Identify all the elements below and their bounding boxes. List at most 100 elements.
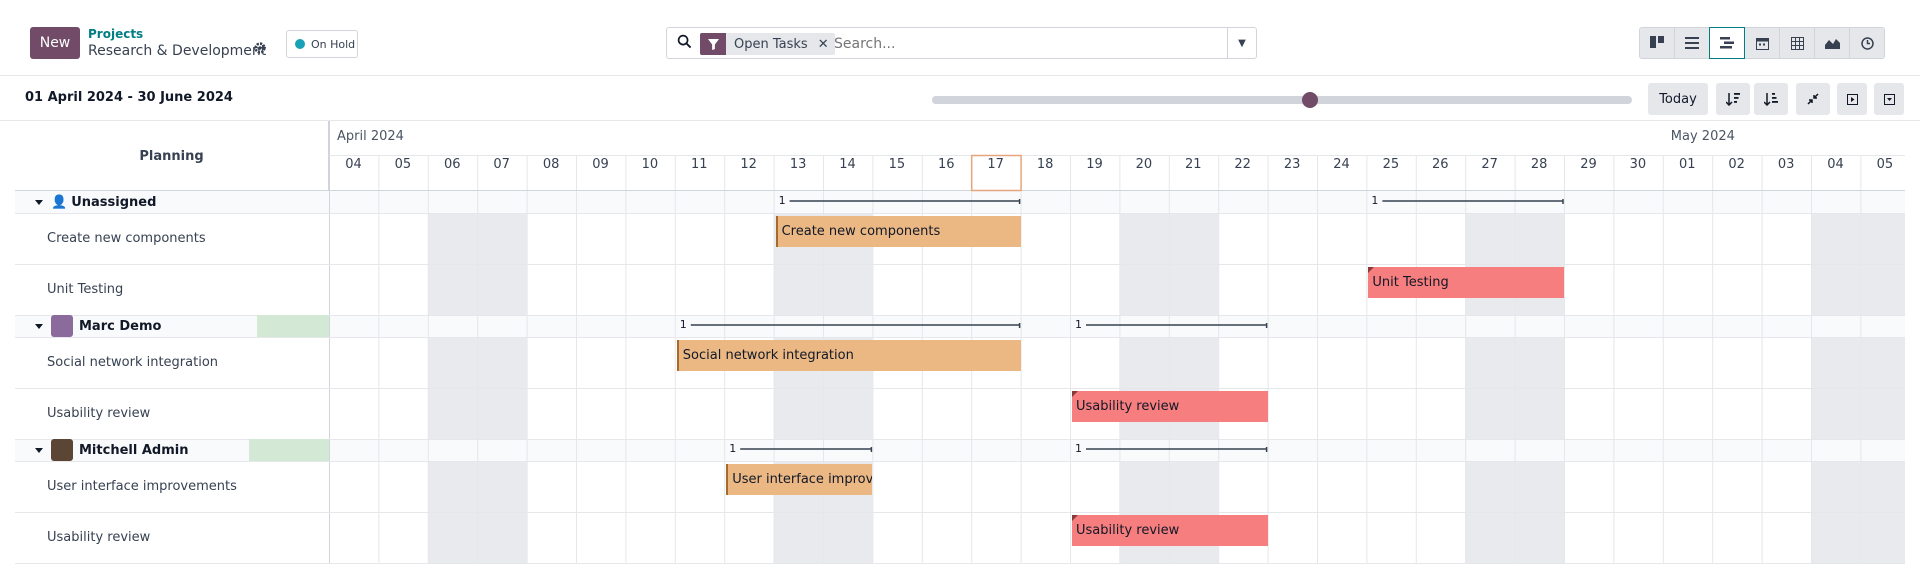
day-header: 06 bbox=[444, 157, 461, 172]
weekend-cell bbox=[427, 461, 478, 512]
day-header: 08 bbox=[542, 157, 560, 172]
weekend-cell bbox=[1465, 461, 1515, 512]
weekend-cell bbox=[427, 388, 478, 439]
activity-icon[interactable] bbox=[1849, 27, 1885, 59]
task-name: Social network integration bbox=[47, 355, 219, 370]
gantt-toolbar: 01 April 2024 - 30 June 2024 Today bbox=[0, 77, 1920, 121]
weekend-cell bbox=[1860, 213, 1905, 264]
avatar-marc bbox=[51, 315, 73, 337]
facet-value: Open Tasks ✕ bbox=[726, 33, 835, 55]
weekend-cell bbox=[1514, 337, 1564, 388]
weekend-cell bbox=[1465, 388, 1515, 439]
person-icon: 👤 bbox=[51, 194, 68, 210]
task-pill[interactable]: Usability review bbox=[1072, 515, 1268, 546]
group-row-header[interactable]: Marc Demo bbox=[15, 315, 329, 337]
project-status-button[interactable]: On Hold bbox=[286, 30, 358, 58]
weekend-cell bbox=[427, 213, 478, 264]
slider-fill bbox=[932, 96, 1310, 104]
list-icon[interactable] bbox=[1674, 27, 1710, 59]
day-header: 09 bbox=[592, 157, 609, 172]
weekend-cell bbox=[427, 337, 478, 388]
weekend-cell bbox=[1119, 213, 1169, 264]
scale-slider[interactable] bbox=[932, 92, 1632, 108]
task-row-label: User interface improvements bbox=[15, 461, 329, 512]
facet-label: Open Tasks bbox=[734, 36, 808, 52]
calendar-icon[interactable] bbox=[1744, 27, 1780, 59]
day-header: 10 bbox=[641, 157, 659, 172]
today-button[interactable]: Today bbox=[1648, 83, 1708, 115]
pivot-icon[interactable] bbox=[1779, 27, 1815, 59]
caret-down-icon[interactable] bbox=[35, 323, 43, 329]
caret-down-icon[interactable] bbox=[35, 447, 43, 453]
status-label: On Hold bbox=[311, 37, 356, 51]
search-input[interactable] bbox=[834, 33, 1184, 55]
task-name: Usability review bbox=[47, 406, 151, 421]
task-row-label: Usability review bbox=[15, 388, 329, 439]
task-pill[interactable]: Usability review bbox=[1072, 391, 1268, 422]
weekend-cell bbox=[477, 264, 527, 315]
day-header: 15 bbox=[888, 157, 906, 172]
dropdown-icon[interactable] bbox=[1874, 83, 1904, 115]
day-header: 14 bbox=[839, 157, 856, 172]
weekend-cell bbox=[1514, 512, 1564, 563]
new-button[interactable]: New bbox=[30, 27, 80, 59]
play-icon[interactable] bbox=[1837, 83, 1867, 115]
day-header: 04 bbox=[345, 157, 362, 172]
weekend-cell bbox=[1860, 512, 1905, 563]
day-header: 18 bbox=[1036, 157, 1054, 172]
filter-icon bbox=[700, 33, 726, 55]
day-header: 07 bbox=[493, 157, 510, 172]
sort-ascending-icon[interactable] bbox=[1754, 83, 1788, 115]
task-name: Create new components bbox=[47, 231, 206, 246]
weekend-cell bbox=[1514, 461, 1564, 512]
weekend-cell bbox=[1119, 264, 1169, 315]
day-header: 24 bbox=[1333, 157, 1350, 172]
weekend-cell bbox=[1860, 337, 1905, 388]
day-header: 12 bbox=[740, 157, 757, 172]
day-header: 13 bbox=[789, 157, 807, 172]
sort-descending-icon[interactable] bbox=[1716, 83, 1750, 115]
task-row-label: Usability review bbox=[15, 512, 329, 563]
task-count-label: 1 bbox=[679, 318, 687, 331]
task-name: Usability review bbox=[47, 530, 151, 545]
chevron-down-icon[interactable]: ▼ bbox=[1227, 28, 1256, 58]
group-row-header[interactable]: 👤 Unassigned bbox=[15, 191, 329, 213]
weekend-cell bbox=[427, 264, 478, 315]
weekend-cell bbox=[1811, 461, 1861, 512]
search-bar: Open Tasks ✕ ▼ bbox=[666, 27, 1257, 59]
weekend-cell bbox=[1465, 337, 1515, 388]
day-header: 02 bbox=[1728, 157, 1745, 172]
task-count-label: 1 bbox=[729, 442, 737, 455]
weekend-cell bbox=[1119, 337, 1169, 388]
day-header: 11 bbox=[691, 157, 708, 172]
task-count-label: 1 bbox=[778, 194, 786, 207]
slider-handle[interactable] bbox=[1302, 92, 1318, 108]
group-row-header[interactable]: Mitchell Admin bbox=[15, 439, 329, 461]
weekend-cell bbox=[773, 264, 823, 315]
task-pill[interactable]: User interface improvements bbox=[726, 464, 873, 495]
avatar-mitchell bbox=[51, 439, 73, 461]
kanban-icon[interactable] bbox=[1639, 27, 1675, 59]
weekend-cell bbox=[1860, 264, 1905, 315]
task-pill[interactable]: Unit Testing bbox=[1368, 267, 1564, 298]
control-panel: New Projects Research & Development On H… bbox=[0, 0, 1920, 76]
task-pill[interactable]: Create new components bbox=[775, 216, 1021, 247]
caret-down-icon[interactable] bbox=[35, 199, 43, 205]
graph-icon[interactable] bbox=[1814, 27, 1850, 59]
day-header: 17 bbox=[987, 157, 1004, 172]
weekend-cell bbox=[1119, 461, 1169, 512]
task-pill[interactable]: Social network integration bbox=[676, 340, 1021, 371]
date-range-label: 01 April 2024 - 30 June 2024 bbox=[25, 90, 233, 105]
gear-icon[interactable] bbox=[253, 41, 269, 57]
month-label: April 2024 bbox=[337, 129, 404, 144]
weekend-cell bbox=[1811, 388, 1861, 439]
search-icon[interactable] bbox=[677, 34, 692, 53]
weekend-cell bbox=[1168, 461, 1219, 512]
weekend-cell bbox=[1860, 461, 1905, 512]
gantt-icon[interactable] bbox=[1709, 27, 1745, 59]
collapse-icon[interactable] bbox=[1796, 83, 1830, 115]
close-icon[interactable]: ✕ bbox=[818, 37, 829, 52]
breadcrumb-projects[interactable]: Projects bbox=[88, 27, 143, 41]
task-name: Unit Testing bbox=[47, 282, 124, 297]
weekend-cell bbox=[1168, 337, 1219, 388]
